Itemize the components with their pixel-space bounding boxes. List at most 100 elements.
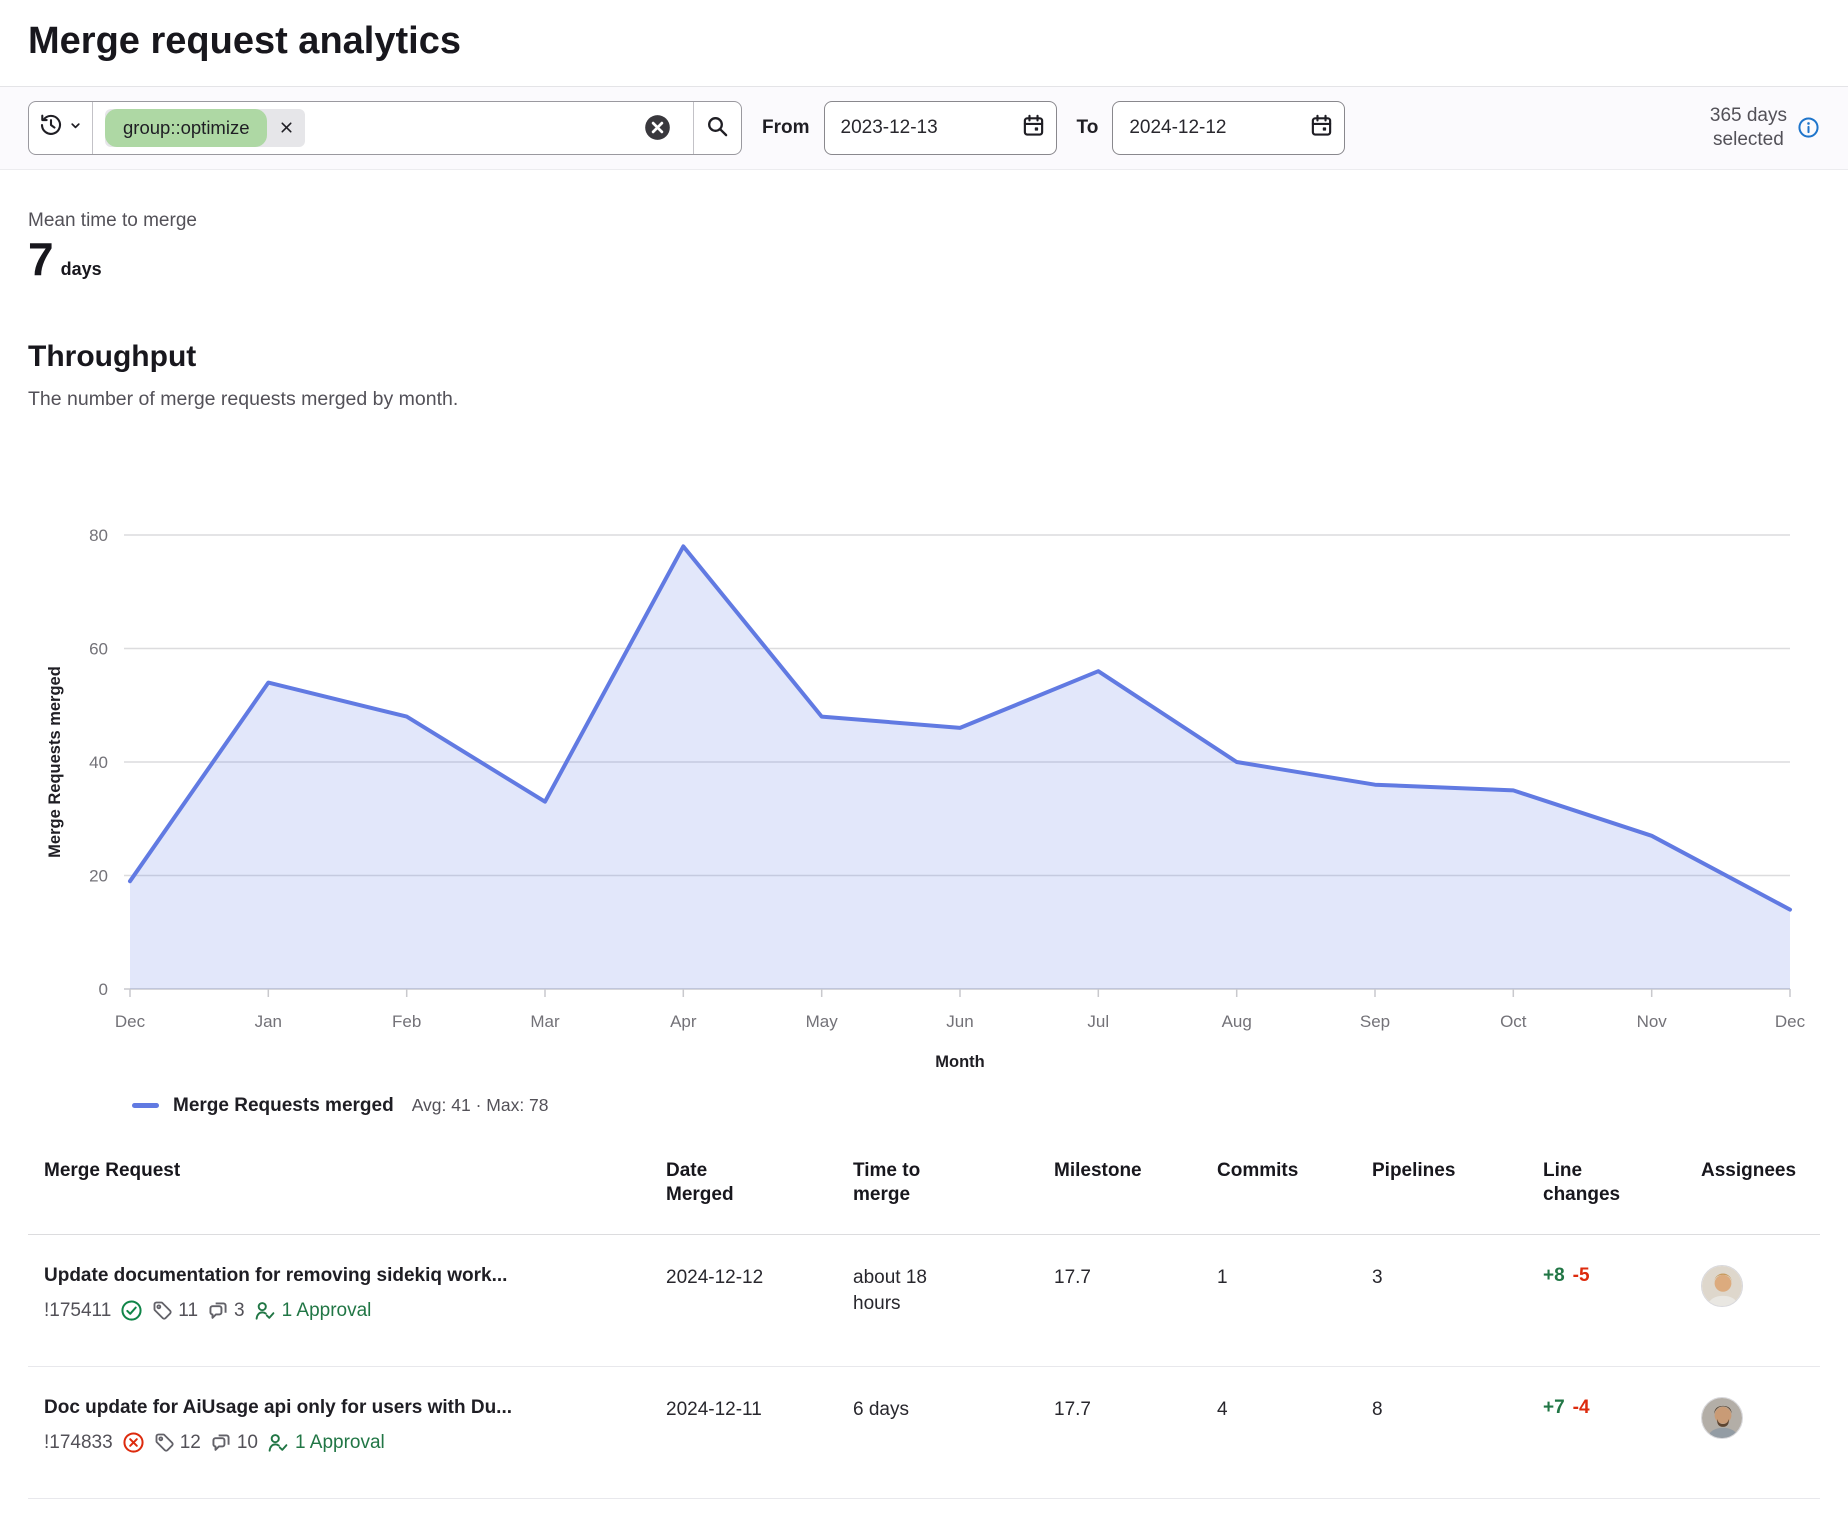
svg-text:Merge Requests merged: Merge Requests merged	[46, 666, 64, 858]
filter-token-label[interactable]: group::optimize	[105, 109, 305, 147]
svg-text:Apr: Apr	[670, 1012, 697, 1031]
info-icon[interactable]	[1797, 116, 1820, 139]
pipelines-cell: 3	[1356, 1265, 1527, 1291]
svg-text:Oct: Oct	[1500, 1012, 1527, 1031]
svg-text:20: 20	[89, 866, 108, 885]
deletions: -4	[1573, 1397, 1590, 1418]
chart-legend: Merge Requests merged Avg: 41 · Max: 78	[132, 1095, 1848, 1117]
merge-request-table: Merge Request Date Merged Time to merge …	[28, 1159, 1820, 1499]
metric-label: Mean time to merge	[28, 210, 1820, 232]
days-selected: 365 days selected	[1710, 104, 1820, 152]
svg-text:Jul: Jul	[1087, 1012, 1109, 1031]
page-title: Merge request analytics	[28, 20, 1820, 64]
additions: +8	[1543, 1265, 1565, 1286]
svg-text:Dec: Dec	[1775, 1012, 1806, 1031]
deletions: -5	[1573, 1265, 1590, 1286]
clear-search-button[interactable]	[644, 114, 671, 141]
column-header-pipelines: Pipelines	[1356, 1159, 1527, 1184]
legend-series-label: Merge Requests merged	[173, 1095, 394, 1117]
column-header-commits: Commits	[1201, 1159, 1356, 1184]
comments-icon	[207, 1300, 229, 1322]
column-header-line-changes: Line changes	[1527, 1159, 1647, 1208]
calendar-icon	[1310, 114, 1333, 142]
days-selected-line1: 365 days	[1710, 105, 1787, 126]
metric-unit: days	[61, 259, 102, 280]
label-icon	[152, 1300, 173, 1321]
page-header: Merge request analytics	[0, 0, 1848, 64]
svg-text:Sep: Sep	[1360, 1012, 1390, 1031]
additions: +7	[1543, 1397, 1565, 1418]
metric-value: 7	[28, 236, 54, 282]
date-range-from: From	[762, 101, 1057, 155]
mr-title-link[interactable]: Doc update for AiUsage api only for user…	[44, 1397, 650, 1419]
date-range-to: To	[1077, 101, 1346, 155]
svg-text:Jan: Jan	[255, 1012, 282, 1031]
search-input[interactable]	[315, 117, 634, 139]
mr-id: !175411	[44, 1300, 111, 1322]
throughput-subtitle: The number of merge requests merged by m…	[28, 388, 1820, 411]
svg-text:May: May	[806, 1012, 839, 1031]
assignee-avatar[interactable]	[1701, 1397, 1743, 1439]
approval-icon	[254, 1300, 276, 1322]
throughput-section-header: Throughput The number of merge requests …	[28, 340, 1820, 411]
svg-text:Month: Month	[935, 1053, 984, 1071]
calendar-icon	[1022, 114, 1045, 142]
commits-cell: 4	[1201, 1397, 1356, 1423]
column-header-time-to-merge: Time to merge	[837, 1159, 957, 1208]
approvals-text: 1 Approval	[295, 1432, 385, 1454]
filtered-search-box: group::optimize	[28, 101, 742, 155]
filter-token-value: group::optimize	[105, 109, 267, 147]
column-header-assignees: Assignees	[1685, 1159, 1820, 1184]
to-label: To	[1077, 117, 1099, 139]
svg-text:40: 40	[89, 753, 108, 772]
comments-count: 10	[237, 1432, 258, 1454]
search-button[interactable]	[693, 102, 741, 154]
date-merged-cell: 2024-12-11	[650, 1397, 837, 1423]
approvals-link[interactable]: 1 Approval	[254, 1300, 372, 1322]
pipeline-failed-icon[interactable]	[122, 1431, 145, 1454]
time-to-merge-cell: 6 days	[837, 1397, 967, 1423]
table-row: Update documentation for removing sideki…	[28, 1235, 1820, 1367]
search-input-area[interactable]: group::optimize	[93, 102, 693, 154]
search-icon	[706, 115, 729, 141]
search-history-dropdown[interactable]	[29, 102, 93, 154]
svg-text:0: 0	[99, 980, 108, 999]
time-to-merge-cell: about 18 hours	[837, 1265, 967, 1316]
pipeline-passed-icon[interactable]	[120, 1299, 143, 1322]
svg-text:Mar: Mar	[530, 1012, 560, 1031]
commits-cell: 1	[1201, 1265, 1356, 1291]
table-row: Doc update for AiUsage api only for user…	[28, 1367, 1820, 1499]
milestone-cell: 17.7	[1038, 1397, 1201, 1423]
labels-count: 12	[180, 1432, 201, 1454]
assignee-avatar[interactable]	[1701, 1265, 1743, 1307]
filter-bar: group::optimize	[0, 86, 1848, 170]
svg-text:Feb: Feb	[392, 1012, 421, 1031]
history-icon	[39, 113, 63, 142]
svg-text:60: 60	[89, 639, 108, 658]
line-changes-cell: +8 -5	[1527, 1265, 1685, 1287]
svg-text:Jun: Jun	[946, 1012, 973, 1031]
approvals-text: 1 Approval	[282, 1300, 372, 1322]
throughput-chart: 020406080DecJanFebMarAprMayJunJulAugSepO…	[28, 427, 1820, 1089]
labels-count: 11	[178, 1300, 198, 1322]
column-header-milestone: Milestone	[1038, 1159, 1201, 1184]
line-changes-cell: +7 -4	[1527, 1397, 1685, 1419]
legend-series-dash	[132, 1103, 159, 1108]
pipelines-cell: 8	[1356, 1397, 1527, 1423]
mr-title-link[interactable]: Update documentation for removing sideki…	[44, 1265, 650, 1287]
milestone-cell: 17.7	[1038, 1265, 1201, 1291]
svg-text:Dec: Dec	[115, 1012, 146, 1031]
column-header-date-merged: Date Merged	[650, 1159, 770, 1208]
date-merged-cell: 2024-12-12	[650, 1265, 837, 1291]
svg-text:80: 80	[89, 526, 108, 545]
table-header-row: Merge Request Date Merged Time to merge …	[28, 1159, 1820, 1235]
comments-count: 3	[234, 1300, 245, 1322]
mr-id: !174833	[44, 1432, 113, 1454]
svg-text:Nov: Nov	[1637, 1012, 1668, 1031]
chevron-down-icon	[68, 118, 83, 138]
throughput-title: Throughput	[28, 340, 1820, 374]
approvals-link[interactable]: 1 Approval	[267, 1432, 385, 1454]
token-remove-button[interactable]	[267, 109, 305, 147]
mean-time-to-merge-metric: Mean time to merge 7 days	[28, 210, 1820, 282]
column-header-merge-request: Merge Request	[28, 1159, 650, 1184]
